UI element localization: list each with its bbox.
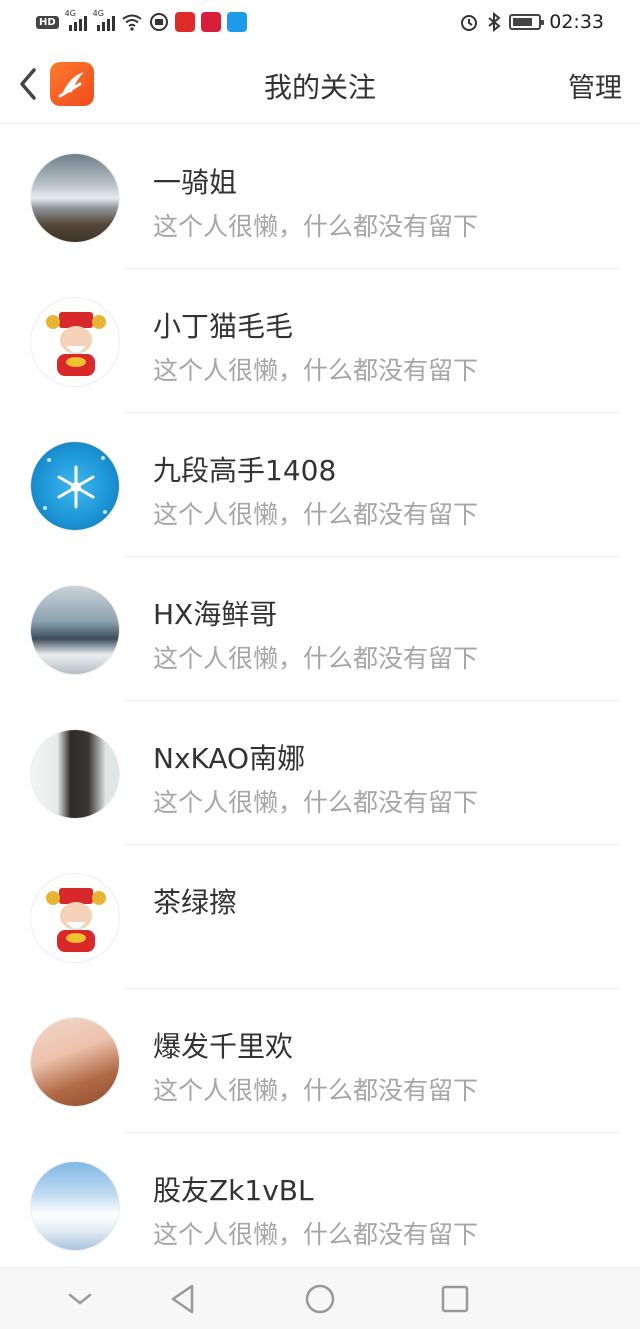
avatar[interactable]	[30, 153, 120, 243]
follow-name: 爆发千里欢	[153, 1030, 294, 1063]
app-icon-red	[200, 12, 221, 32]
follow-signature: 这个人很懒，什么都没有留下	[153, 788, 479, 817]
battery-icon	[509, 14, 545, 30]
bluetooth-icon	[488, 12, 501, 32]
follow-name: 股友Zk1vBL	[153, 1174, 314, 1207]
avatar[interactable]	[30, 1161, 120, 1251]
follow-signature: 这个人很懒，什么都没有留下	[153, 1076, 479, 1105]
status-bar: HD 4G 4G 02:33	[0, 0, 640, 44]
follow-item[interactable]: 小丁猫毛毛 这个人很懒，什么都没有留下	[0, 269, 640, 413]
avatar[interactable]	[30, 585, 120, 675]
god-of-wealth-icon	[46, 312, 106, 376]
follow-name: 小丁猫毛毛	[153, 310, 294, 343]
home-nav-button[interactable]	[302, 1281, 338, 1317]
follow-item[interactable]: 一骑姐 这个人很懒，什么都没有留下	[0, 125, 640, 269]
back-nav-button[interactable]	[165, 1281, 201, 1317]
signal-4g-icon: 4G	[65, 9, 87, 31]
follow-item[interactable]: 茶绿擦	[0, 845, 640, 989]
manage-button[interactable]: 管理	[568, 66, 622, 105]
god-of-wealth-icon	[46, 888, 106, 952]
app-icon-red	[174, 12, 195, 32]
avatar[interactable]	[30, 729, 120, 819]
follow-name: 九段高手1408	[153, 454, 337, 487]
hd-icon: HD	[36, 15, 59, 29]
follow-item[interactable]: 爆发千里欢 这个人很懒，什么都没有留下	[0, 989, 640, 1133]
app-icon-blue	[226, 12, 247, 32]
follow-signature: 这个人很懒，什么都没有留下	[153, 356, 479, 385]
follow-signature: 这个人很懒，什么都没有留下	[153, 500, 479, 529]
collapse-icon	[68, 1293, 92, 1305]
recents-square-icon	[441, 1285, 469, 1313]
vpn-icon	[149, 13, 168, 31]
wifi-icon	[122, 14, 142, 31]
recents-nav-button[interactable]	[437, 1281, 473, 1317]
follow-signature: 这个人很懒，什么都没有留下	[153, 212, 479, 241]
avatar[interactable]	[30, 1017, 120, 1107]
home-circle-icon	[305, 1284, 335, 1314]
avatar[interactable]	[30, 873, 120, 963]
follow-name: 一骑姐	[153, 166, 238, 199]
follow-item[interactable]: 九段高手1408 这个人很懒，什么都没有留下	[0, 413, 640, 557]
page-title: 我的关注	[263, 71, 376, 104]
status-time: 02:33	[549, 11, 604, 33]
status-bar-right: 02:33	[459, 11, 604, 33]
avatar[interactable]	[30, 297, 120, 387]
follow-item[interactable]: HX海鲜哥 这个人很懒，什么都没有留下	[0, 557, 640, 701]
avatar[interactable]	[30, 441, 120, 531]
status-bar-left: HD 4G 4G	[36, 9, 247, 32]
follow-name: HX海鲜哥	[153, 598, 278, 631]
alarm-icon	[461, 15, 478, 31]
system-nav-bar	[0, 1267, 640, 1329]
back-triangle-icon	[171, 1284, 194, 1314]
follow-item[interactable]: NxKAO南娜 这个人很懒，什么都没有留下	[0, 701, 640, 845]
follow-name: NxKAO南娜	[153, 742, 306, 775]
follow-list: 一骑姐 这个人很懒，什么都没有留下 小丁猫毛毛 这个人很懒，什么都没有留下 九段…	[0, 125, 640, 1277]
nav-bar: 我的关注 管理	[0, 44, 640, 124]
signal-4g-icon: 4G	[93, 9, 115, 31]
follow-signature: 这个人很懒，什么都没有留下	[153, 644, 479, 673]
follow-item[interactable]: 股友Zk1vBL 这个人很懒，什么都没有留下	[0, 1133, 640, 1277]
follow-name: 茶绿擦	[153, 886, 238, 919]
snowflake-icon	[43, 456, 107, 514]
collapse-button[interactable]	[62, 1281, 98, 1317]
follow-signature: 这个人很懒，什么都没有留下	[153, 1220, 479, 1249]
